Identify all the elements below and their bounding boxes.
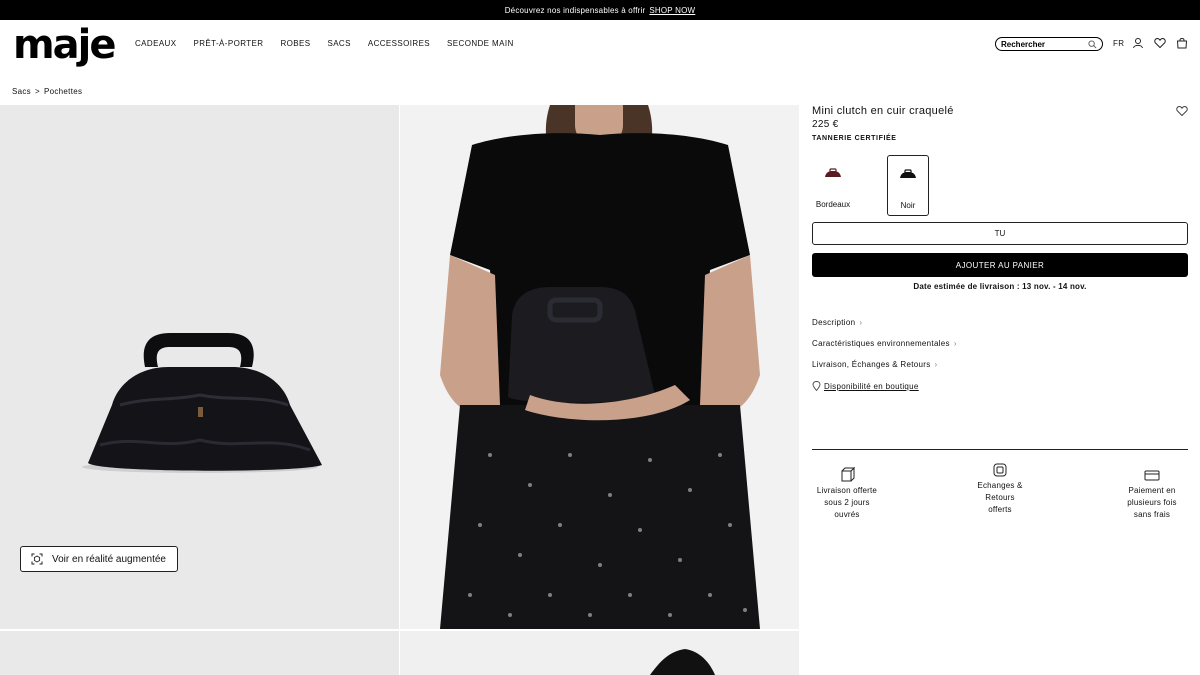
nav-item-seconde-main[interactable]: SECONDE MAIN bbox=[447, 39, 514, 48]
header: maje CADEAUX PRÊT-À-PORTER ROBES SACS AC… bbox=[0, 20, 1200, 70]
product-title: Mini clutch en cuir craquelé bbox=[812, 105, 954, 117]
search-box[interactable] bbox=[995, 37, 1103, 51]
promo-text: Découvrez nos indispensables à offrir bbox=[504, 5, 646, 15]
wishlist-heart-icon[interactable] bbox=[1176, 105, 1188, 117]
advantage-line: plusieurs fois bbox=[1127, 498, 1177, 507]
product-image-4[interactable] bbox=[400, 631, 799, 675]
accordion-label: Description bbox=[812, 318, 856, 327]
color-swatch-noir[interactable]: Noir bbox=[887, 155, 929, 216]
ar-view-label: Voir en réalité augmentée bbox=[52, 553, 166, 565]
chevron-right-icon: › bbox=[953, 339, 957, 348]
accordion-label: Livraison, Échanges & Retours bbox=[812, 360, 931, 369]
delivery-estimate: Date estimée de livraison : 13 nov. - 14… bbox=[913, 282, 1087, 291]
breadcrumb-separator: > bbox=[35, 87, 40, 96]
search-icon[interactable] bbox=[1088, 39, 1097, 49]
breadcrumb-item-pochettes[interactable]: Pochettes bbox=[44, 87, 82, 96]
store-availability-link[interactable]: Disponibilité en boutique bbox=[812, 381, 919, 391]
advantage-line: Retours bbox=[985, 493, 1015, 502]
accordion-environment[interactable]: Caractéristiques environnementales › bbox=[812, 339, 957, 348]
accordion-label: Caractéristiques environnementales bbox=[812, 339, 950, 348]
chevron-right-icon: › bbox=[934, 360, 938, 369]
breadcrumb-item-sacs[interactable]: Sacs bbox=[12, 87, 31, 96]
bordeaux-bag-thumbnail bbox=[825, 168, 841, 177]
advantage-line: sans frais bbox=[1133, 510, 1171, 519]
color-label-bordeaux: Bordeaux bbox=[815, 200, 851, 209]
bag-icon[interactable] bbox=[1176, 37, 1188, 49]
advantage-line: sous 2 jours bbox=[824, 498, 870, 507]
nav-item-accessoires[interactable]: ACCESSOIRES bbox=[368, 39, 430, 48]
certification-badge: TANNERIE CERTIFIÉE bbox=[812, 135, 897, 142]
nav-item-robes[interactable]: ROBES bbox=[280, 39, 310, 48]
search-input[interactable] bbox=[1001, 39, 1085, 49]
maje-logo[interactable]: maje bbox=[13, 24, 117, 66]
model-wearing-bag-illustration bbox=[440, 105, 760, 629]
size-selector[interactable]: TU bbox=[812, 222, 1188, 245]
product-price: 225 € bbox=[812, 119, 839, 130]
product-gallery bbox=[0, 105, 799, 675]
advantage-free-returns: Echanges & Retours offerts bbox=[960, 462, 1040, 516]
promo-bar: Découvrez nos indispensables à offrir SH… bbox=[0, 0, 1200, 20]
language-selector[interactable]: FR bbox=[1113, 39, 1124, 48]
advantage-line: Echanges & bbox=[977, 481, 1023, 490]
user-icon[interactable] bbox=[1132, 37, 1144, 49]
store-availability-label: Disponibilité en boutique bbox=[824, 381, 919, 391]
noir-bag-thumbnail bbox=[900, 169, 916, 178]
chevron-right-icon: › bbox=[859, 318, 863, 327]
product-image-model[interactable] bbox=[400, 105, 799, 629]
product-image-3[interactable] bbox=[0, 631, 399, 675]
advantage-line: Paiement en bbox=[1128, 486, 1176, 495]
bag-detail-illustration bbox=[650, 649, 715, 675]
breadcrumb: Sacs > Pochettes bbox=[12, 87, 82, 96]
color-label-noir: Noir bbox=[900, 201, 916, 210]
location-pin-icon bbox=[812, 381, 821, 391]
advantage-line: offerts bbox=[988, 505, 1012, 514]
shop-now-link[interactable]: SHOP NOW bbox=[649, 6, 695, 15]
color-swatch-bordeaux[interactable]: Bordeaux bbox=[812, 155, 854, 216]
nav-item-cadeaux[interactable]: CADEAUX bbox=[135, 39, 176, 48]
advantage-free-delivery: Livraison offerte sous 2 jours ouvrés bbox=[807, 467, 887, 521]
augmented-reality-icon bbox=[31, 553, 43, 565]
ar-view-button[interactable]: Voir en réalité augmentée bbox=[20, 546, 178, 572]
delivery-box-icon bbox=[841, 467, 855, 482]
nav-item-pret-a-porter[interactable]: PRÊT-À-PORTER bbox=[193, 39, 263, 48]
add-to-cart-button[interactable]: AJOUTER AU PANIER bbox=[812, 253, 1188, 277]
main-nav: CADEAUX PRÊT-À-PORTER ROBES SACS ACCESSO… bbox=[135, 39, 514, 48]
exchange-icon bbox=[993, 463, 1007, 477]
advantage-installments: Paiement en plusieurs fois sans frais bbox=[1112, 467, 1192, 521]
heart-icon[interactable] bbox=[1154, 37, 1166, 49]
divider bbox=[812, 449, 1188, 450]
nav-item-sacs[interactable]: SACS bbox=[327, 39, 350, 48]
advantage-line: ouvrés bbox=[834, 510, 860, 519]
advantage-line: Livraison offerte bbox=[816, 486, 878, 495]
accordion-description[interactable]: Description › bbox=[812, 318, 862, 327]
accordion-delivery-returns[interactable]: Livraison, Échanges & Retours › bbox=[812, 360, 938, 369]
credit-card-icon bbox=[1144, 470, 1160, 481]
